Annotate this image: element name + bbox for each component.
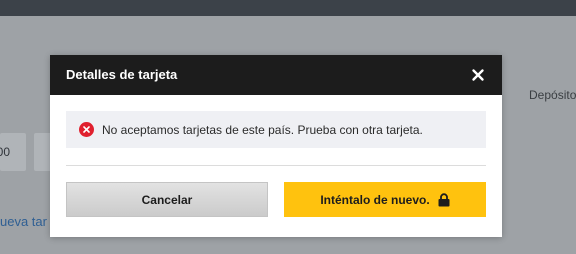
top-navigation-bar (0, 0, 576, 16)
cancel-button-label: Cancelar (141, 192, 193, 207)
background-deposit-label: Depósito (529, 88, 576, 102)
error-alert: No aceptamos tarjetas de este país. Prue… (66, 111, 486, 148)
error-icon (79, 122, 94, 137)
card-details-modal: Detalles de tarjeta No aceptamos tarjeta… (50, 55, 502, 237)
retry-button-label: Inténtalo de nuevo. (320, 192, 430, 207)
close-icon[interactable] (471, 68, 485, 82)
background-amount-option: 00 (0, 133, 26, 171)
retry-button[interactable]: Inténtalo de nuevo. (284, 182, 486, 217)
divider (66, 165, 486, 166)
background-new-card-link: ueva tar (0, 214, 47, 229)
modal-title: Detalles de tarjeta (66, 67, 178, 82)
cancel-button[interactable]: Cancelar (66, 182, 268, 217)
background-amount-text: 00 (0, 145, 10, 159)
error-message: No aceptamos tarjetas de este país. Prue… (102, 123, 423, 137)
modal-header: Detalles de tarjeta (50, 55, 502, 95)
lock-icon (438, 192, 450, 207)
